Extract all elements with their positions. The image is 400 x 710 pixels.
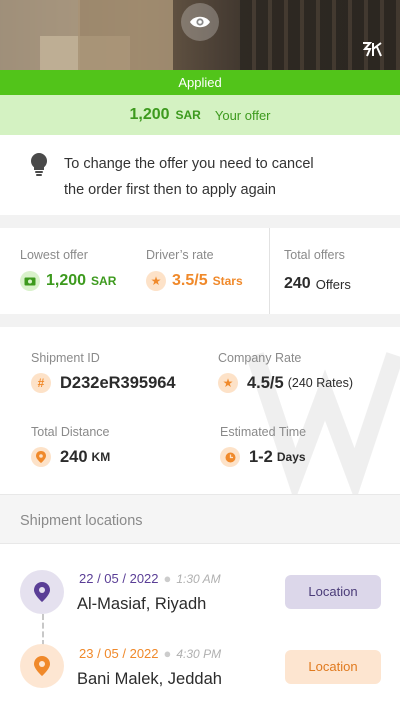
location-pin-icon [34,582,50,602]
pickup-pin [20,570,64,614]
shipment-details: Shipment ID # D232eR395964 Company Rate … [0,327,400,494]
drivers-rate-unit: Stars [212,274,243,288]
shipment-id-label: Shipment ID [31,351,100,365]
location-item-1-datetime: 22 / 05 / 2022 ● 1:30 AM [79,571,221,586]
clock-icon [220,447,240,467]
total-distance-unit: KM [91,450,111,464]
total-distance-field: Total Distance 240 KM [31,425,110,467]
drivers-rate-stat: Driver’s rate ★ 3.5/5 Stars [128,228,270,314]
your-offer-bar: 1,200 SAR Your offer [0,95,400,135]
location-item-2-date: 23 / 05 / 2022 [79,646,159,661]
brand-logo [360,40,386,60]
lowest-offer-stat: Lowest offer 1,200 SAR [0,228,128,314]
total-offers-unit: Offers [315,276,351,292]
location-button-2[interactable]: Location [285,650,381,684]
lightbulb-icon [31,153,47,176]
drivers-rate-label: Driver’s rate [146,248,214,262]
shipment-id-field: Shipment ID # D232eR395964 [31,351,176,393]
company-rate-value: 4.5/5 [247,373,284,392]
money-icon [20,271,40,291]
route-connector [42,614,44,646]
change-offer-notice: To change the offer you need to cancel t… [0,135,400,215]
lowest-offer-value: 1,200 [46,272,87,289]
estimated-time-label: Estimated Time [220,425,307,439]
estimated-time-field: Estimated Time 1-2 Days [220,425,306,467]
location-item-2-time: 4:30 PM [176,647,222,661]
shipment-locations: 22 / 05 / 2022 ● 1:30 AM Al-Masiaf, Riyadh… [0,544,400,710]
shipment-photo [0,0,400,70]
shipment-id-value: D232eR395964 [60,373,176,392]
notice-line-1: To change the offer you need to cancel [64,156,314,172]
shipment-locations-title: Shipment locations [0,494,400,544]
location-item-2-datetime: 23 / 05 / 2022 ● 4:30 PM [79,646,222,661]
location-item-1-date: 22 / 05 / 2022 [79,571,159,586]
location-item-1-time: 1:30 AM [176,572,221,586]
offer-amount: 1,200 [129,106,170,123]
location-button-1[interactable]: Location [285,575,381,609]
estimated-time-value: 1-2 [249,447,273,466]
location-item-2-city: Bani Malek, Jeddah [77,670,222,688]
star-icon: ★ [146,271,166,291]
offer-label: Your offer [214,107,271,123]
status-banner: Applied [0,70,400,95]
notice-line-2: the order first then to apply again [64,182,276,198]
location-pin-icon [31,447,51,467]
eye-icon [190,16,210,28]
hash-icon: # [31,373,51,393]
total-offers-stat: Total offers 240 Offers [270,228,400,314]
dropoff-pin [20,644,64,688]
drivers-rate-value: 3.5/5 [172,272,208,289]
total-distance-value: 240 [60,447,88,466]
location-pin-icon [34,656,50,676]
total-offers-value: 240 [284,275,311,292]
estimated-time-unit: Days [276,450,306,464]
company-rate-field: Company Rate ★ 4.5/5 (240 Rates) [218,351,353,393]
company-rate-count: (240 Rates) [287,376,354,390]
offer-currency: SAR [175,108,201,122]
company-rate-label: Company Rate [218,351,302,365]
view-photo-button[interactable] [181,3,219,41]
total-offers-label: Total offers [284,248,345,262]
offer-stats: Lowest offer 1,200 SAR Driver’s rate ★ 3… [0,228,400,314]
total-distance-label: Total Distance [31,425,110,439]
lowest-offer-label: Lowest offer [20,248,88,262]
lowest-offer-unit: SAR [91,274,117,288]
star-icon: ★ [218,373,238,393]
location-item-1-city: Al-Masiaf, Riyadh [77,595,207,613]
